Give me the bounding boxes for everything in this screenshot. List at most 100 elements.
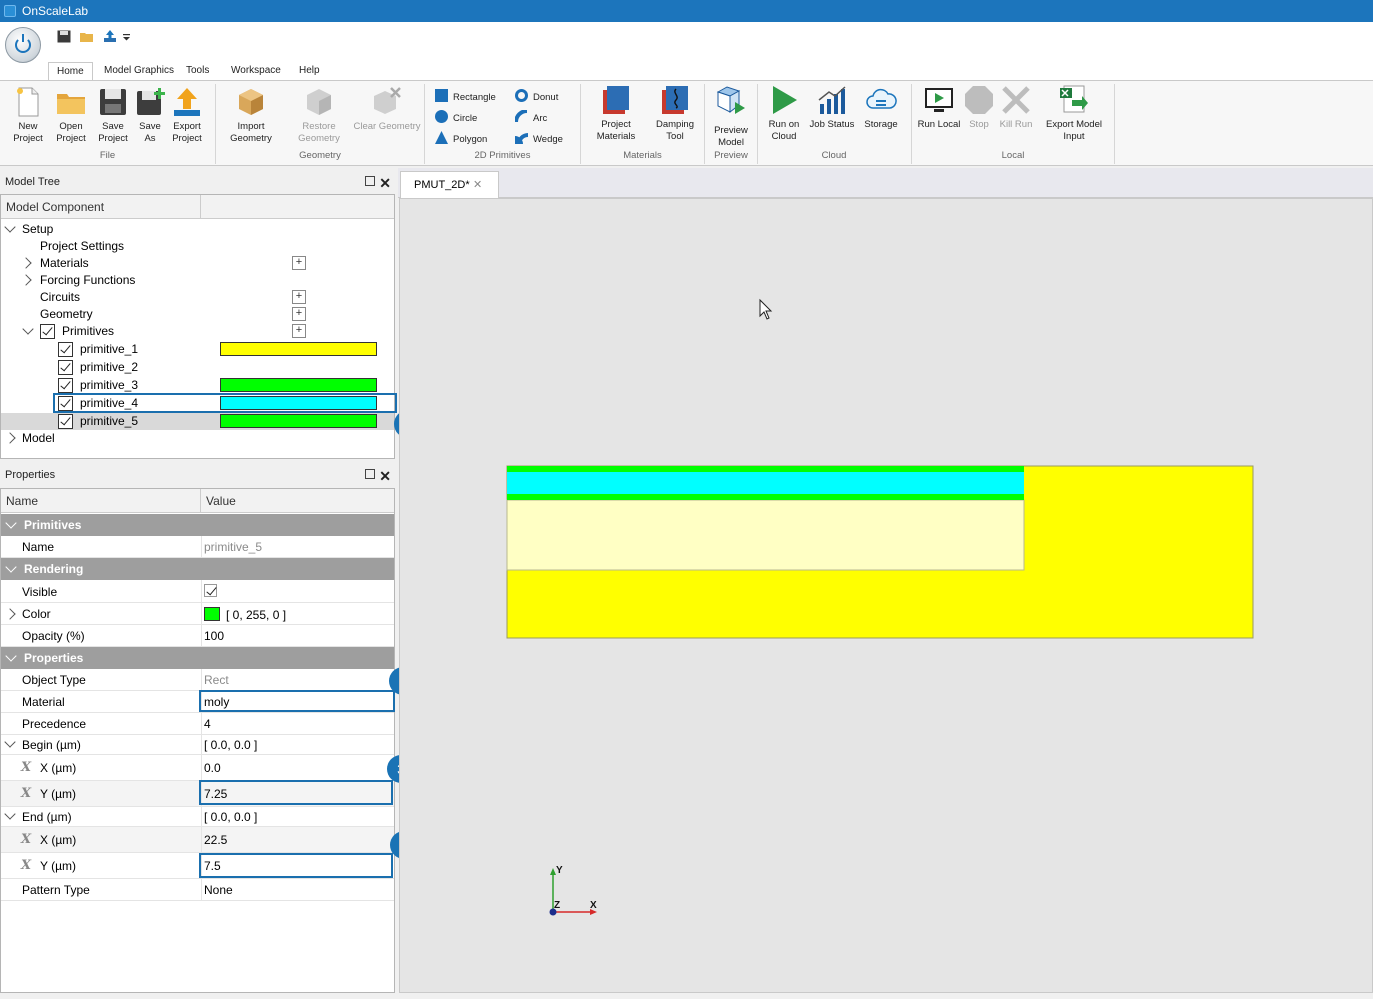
prop-row-name: Name primitive_5 — [1, 536, 394, 558]
model-viewport[interactable]: Y X Z — [399, 198, 1373, 993]
primitive-5-shape[interactable] — [507, 466, 1024, 472]
highlight-begin-y — [199, 780, 393, 805]
tab-home[interactable]: Home — [48, 62, 93, 81]
float-pane-icon[interactable] — [365, 469, 375, 479]
color-swatch[interactable] — [204, 607, 220, 621]
circle-button[interactable]: Circle — [435, 110, 477, 126]
tree-item-model[interactable]: Model — [1, 430, 394, 447]
group-rendering[interactable]: Rendering — [1, 558, 394, 580]
value-column[interactable]: Value — [206, 494, 236, 508]
add-geometry-button[interactable]: + — [292, 307, 306, 321]
storage-button[interactable]: Storage — [860, 84, 902, 131]
prop-value-precedence[interactable]: 4 — [204, 717, 211, 731]
tree-item-project-settings[interactable]: Project Settings — [1, 238, 394, 255]
model-canvas[interactable]: Y X Z — [400, 199, 1373, 994]
chevron-down-icon[interactable] — [4, 808, 16, 820]
rectangle-button[interactable]: Rectangle — [435, 89, 496, 105]
export-model-input-button[interactable]: Export Model Input — [1035, 84, 1113, 143]
primitive-visible-checkbox[interactable] — [58, 360, 73, 375]
clear-geometry-button[interactable]: Clear Geometry — [353, 86, 421, 133]
stop-button[interactable]: Stop — [962, 84, 996, 131]
float-pane-icon[interactable] — [365, 176, 375, 186]
project-materials-button[interactable]: Project Materials — [591, 84, 641, 143]
chevron-down-icon[interactable] — [5, 561, 17, 573]
axis-x-label: X — [590, 900, 597, 911]
tree-item-geometry[interactable]: Geometry + — [1, 306, 394, 323]
tree-item-primitive-5[interactable]: primitive_5 — [1, 413, 394, 430]
prop-value-begin-x[interactable]: 0.0 — [204, 761, 221, 775]
run-on-cloud-button[interactable]: Run on Cloud — [763, 84, 805, 143]
prop-key: Color — [22, 607, 51, 621]
job-status-button[interactable]: Job Status — [808, 84, 856, 131]
chevron-down-icon[interactable] — [5, 517, 17, 529]
save-project-button[interactable]: Save Project — [93, 86, 133, 145]
polygon-button[interactable]: Polygon — [435, 131, 487, 147]
prop-value-pattern-type[interactable]: None — [204, 883, 233, 897]
name-column[interactable]: Name — [6, 494, 38, 508]
run-local-button[interactable]: Run Local — [917, 84, 961, 131]
visible-checkbox[interactable] — [204, 584, 217, 597]
close-tab-icon[interactable]: ✕ — [473, 172, 482, 198]
damping-tool-button[interactable]: Damping Tool — [651, 84, 699, 143]
group-primitives[interactable]: Primitives — [1, 514, 394, 536]
primitives-checkbox[interactable] — [40, 324, 55, 339]
tab-pmut-2d[interactable]: PMUT_2D* ✕ — [400, 171, 499, 199]
chevron-down-icon[interactable] — [4, 736, 16, 748]
close-icon[interactable]: ✕ — [379, 465, 391, 487]
add-material-button[interactable]: + — [292, 256, 306, 270]
save-icon[interactable] — [57, 30, 71, 43]
primitive-visible-checkbox[interactable] — [58, 378, 73, 393]
add-circuit-button[interactable]: + — [292, 290, 306, 304]
kill-run-button[interactable]: Kill Run — [998, 84, 1034, 131]
tree-item-materials[interactable]: Materials + — [1, 255, 394, 272]
tree-item-primitive-2[interactable]: primitive_2 — [1, 359, 394, 376]
group-label-file: File — [99, 150, 116, 161]
donut-button[interactable]: Donut — [515, 89, 558, 105]
group-label: Properties — [24, 651, 84, 665]
chevron-down-icon[interactable] — [4, 221, 16, 233]
primitive-visible-checkbox[interactable] — [58, 414, 73, 429]
tree-item-primitive-3[interactable]: primitive_3 — [1, 377, 394, 394]
primitive-visible-checkbox[interactable] — [58, 342, 73, 357]
chevron-down-icon[interactable] — [5, 650, 17, 662]
chevron-down-icon[interactable] — [22, 323, 34, 335]
chevron-right-icon[interactable] — [20, 257, 32, 269]
tab-help[interactable]: Help — [291, 62, 328, 81]
prop-value-end-x[interactable]: 22.5 — [204, 833, 227, 847]
chevron-right-icon[interactable] — [4, 608, 16, 620]
chevron-right-icon[interactable] — [20, 274, 32, 286]
tree-item-setup[interactable]: Setup — [1, 221, 394, 238]
primitive-2-shape[interactable] — [506, 499, 1025, 571]
axis-y-label: Y — [556, 865, 563, 876]
save-as-button[interactable]: Save As — [131, 86, 169, 145]
tab-tools[interactable]: Tools — [178, 62, 217, 81]
close-icon[interactable]: ✕ — [379, 172, 391, 194]
import-geometry-button[interactable]: Import Geometry — [226, 86, 276, 145]
upload-icon[interactable] — [103, 30, 117, 43]
preview-model-button[interactable]: Preview Model — [709, 84, 753, 149]
primitive-name: primitive_2 — [80, 360, 139, 374]
tree-item-forcing-functions[interactable]: Forcing Functions — [1, 272, 394, 289]
tree-item-circuits[interactable]: Circuits + — [1, 289, 394, 306]
wedge-button[interactable]: Wedge — [515, 131, 563, 147]
prop-row-pattern-type: Pattern Type None — [1, 879, 394, 901]
open-project-button[interactable]: Open Project — [51, 86, 91, 145]
model-component-column[interactable]: Model Component — [6, 200, 104, 214]
chevron-right-icon[interactable] — [4, 432, 16, 444]
prop-value-opacity[interactable]: 100 — [204, 629, 224, 643]
tab-model-graphics[interactable]: Model Graphics — [96, 62, 182, 81]
restore-geometry-button[interactable]: Restore Geometry — [294, 86, 344, 145]
export-project-button[interactable]: Export Project — [167, 86, 207, 145]
customize-dropdown-icon[interactable] — [123, 30, 131, 43]
open-folder-icon[interactable] — [80, 30, 94, 43]
tab-workspace[interactable]: Workspace — [223, 62, 289, 81]
group-properties[interactable]: Properties — [1, 647, 394, 669]
tree-item-primitives[interactable]: Primitives + — [1, 323, 394, 340]
primitive-4-shape[interactable] — [507, 472, 1024, 494]
tree-item-primitive-1[interactable]: primitive_1 — [1, 341, 394, 358]
primitive-3-shape[interactable] — [507, 494, 1024, 500]
application-menu-button[interactable] — [5, 27, 41, 63]
new-project-button[interactable]: New Project — [8, 86, 48, 145]
add-primitive-button[interactable]: + — [292, 324, 306, 338]
arc-button[interactable]: Arc — [515, 110, 547, 126]
